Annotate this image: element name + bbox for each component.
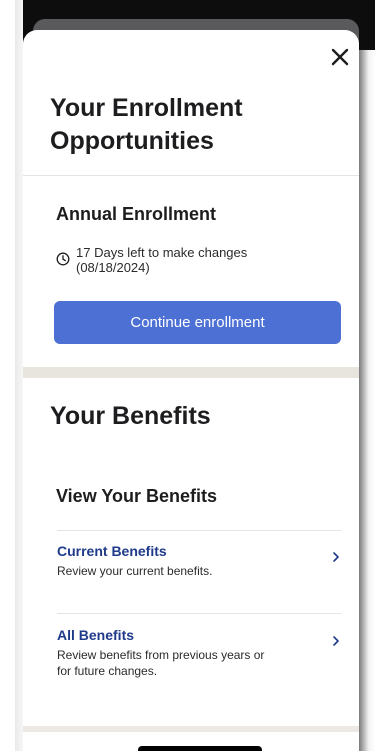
continue-enrollment-button[interactable]: Continue enrollment bbox=[54, 301, 341, 344]
view-benefits-title: View Your Benefits bbox=[56, 486, 218, 506]
bottom-separator bbox=[23, 726, 359, 732]
left-edge-shadow bbox=[15, 0, 23, 751]
close-icon bbox=[331, 48, 349, 66]
close-button[interactable] bbox=[327, 44, 353, 70]
enrollment-deadline: 17 Days left to make changes (08/18/2024… bbox=[56, 245, 247, 275]
chevron-right-icon bbox=[333, 552, 339, 562]
list-divider-middle bbox=[57, 613, 341, 614]
enrollment-title: Your Enrollment Opportunities bbox=[50, 94, 243, 155]
annual-enrollment-title: Annual Enrollment bbox=[56, 204, 217, 224]
section-separator bbox=[23, 367, 359, 378]
list-divider-top bbox=[57, 530, 341, 531]
current-benefits-link[interactable]: Current Benefits Review your current ben… bbox=[57, 542, 341, 579]
deadline-text: 17 Days left to make changes (08/18/2024… bbox=[76, 245, 247, 275]
right-edge-shadow bbox=[359, 50, 375, 751]
chevron-right-icon bbox=[333, 636, 339, 646]
days-left-text: 17 Days left to make changes bbox=[76, 245, 248, 260]
all-benefits-link[interactable]: All Benefits Review benefits from previo… bbox=[57, 626, 341, 679]
enrollment-divider bbox=[23, 175, 359, 176]
current-benefits-title: Current Benefits bbox=[57, 543, 167, 559]
clock-icon bbox=[56, 252, 70, 266]
all-benefits-description: Review benefits from previous years or f… bbox=[57, 648, 265, 678]
home-indicator[interactable] bbox=[138, 746, 262, 751]
all-benefits-title: All Benefits bbox=[57, 627, 135, 643]
current-benefits-description: Review your current benefits. bbox=[57, 564, 213, 578]
deadline-date: (08/18/2024) bbox=[76, 260, 150, 275]
enrollment-modal: Your Enrollment Opportunities Annual Enr… bbox=[23, 30, 359, 751]
benefits-title: Your Benefits bbox=[50, 402, 211, 430]
